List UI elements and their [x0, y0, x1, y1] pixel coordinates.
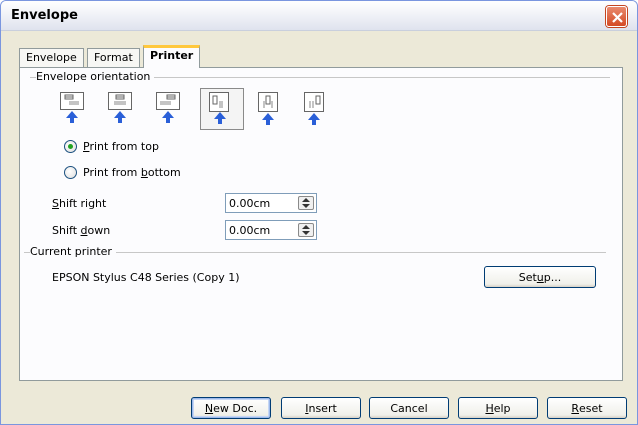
- printer-name: EPSON Stylus C48 Series (Copy 1): [52, 271, 240, 284]
- arrow-up-icon: [162, 111, 174, 123]
- spin-arrows-icon: [302, 198, 310, 208]
- envelope-vertical-left-icon: [209, 92, 229, 112]
- print-from-top-label: Print from top: [83, 139, 159, 153]
- envelope-vertical-right-icon: [304, 92, 324, 112]
- tab-envelope[interactable]: Envelope: [19, 48, 84, 67]
- orientation-option-1[interactable]: [60, 92, 86, 126]
- envelope-horizontal-right-icon: [156, 92, 180, 110]
- shift-down-input[interactable]: [226, 221, 296, 239]
- orientation-group-label: Envelope orientation: [36, 70, 155, 83]
- envelope-horizontal-center-icon: [108, 92, 132, 110]
- reset-button[interactable]: Reset: [547, 397, 627, 419]
- shift-down-field[interactable]: [225, 220, 317, 240]
- cancel-button[interactable]: Cancel: [369, 397, 449, 419]
- print-from-bottom-option[interactable]: Print from bottom: [64, 164, 181, 180]
- help-button[interactable]: Help: [458, 397, 538, 419]
- arrow-up-icon: [308, 113, 320, 125]
- arrow-up-icon: [262, 113, 274, 125]
- arrow-up-icon: [66, 111, 78, 123]
- setup-button[interactable]: Set u p...: [484, 266, 596, 288]
- orientation-option-6[interactable]: [304, 92, 330, 126]
- envelope-dialog: Envelope Envelope Format Printer Envelop…: [0, 0, 638, 425]
- shift-down-label: Shift down: [52, 224, 111, 237]
- print-from-top-option[interactable]: Print from top: [64, 138, 159, 154]
- shift-right-spinner[interactable]: [298, 196, 314, 210]
- orientation-option-3[interactable]: [156, 92, 182, 126]
- arrow-up-icon: [214, 112, 226, 124]
- arrow-up-icon: [114, 111, 126, 123]
- insert-button[interactable]: Insert: [281, 397, 361, 419]
- printer-group-label: Current printer: [30, 245, 116, 258]
- new-doc-button[interactable]: New Doc.: [191, 397, 271, 419]
- close-button[interactable]: [606, 6, 627, 27]
- spin-arrows-icon: [302, 225, 310, 235]
- envelope-horizontal-left-icon: [60, 92, 84, 110]
- orientation-option-2[interactable]: [108, 92, 134, 126]
- envelope-vertical-center-icon: [258, 92, 278, 112]
- orientation-option-4[interactable]: [200, 88, 244, 130]
- print-from-bottom-radio[interactable]: [64, 165, 77, 179]
- shift-right-input[interactable]: [226, 194, 296, 212]
- tab-printer[interactable]: Printer: [143, 45, 201, 68]
- print-from-bottom-label: Print from bottom: [83, 165, 181, 179]
- window-title: Envelope: [11, 8, 78, 23]
- title-bar[interactable]: Envelope: [1, 1, 637, 31]
- shift-down-spinner[interactable]: [298, 223, 314, 237]
- shift-right-label: Shift right: [52, 197, 107, 210]
- shift-right-field[interactable]: [225, 193, 317, 213]
- orientation-option-5[interactable]: [258, 92, 284, 126]
- close-icon: [612, 12, 623, 23]
- printer-tab-panel: Envelope orientation Print from top Prin…: [19, 67, 623, 381]
- print-from-top-radio[interactable]: [64, 139, 77, 153]
- tab-format[interactable]: Format: [87, 48, 140, 67]
